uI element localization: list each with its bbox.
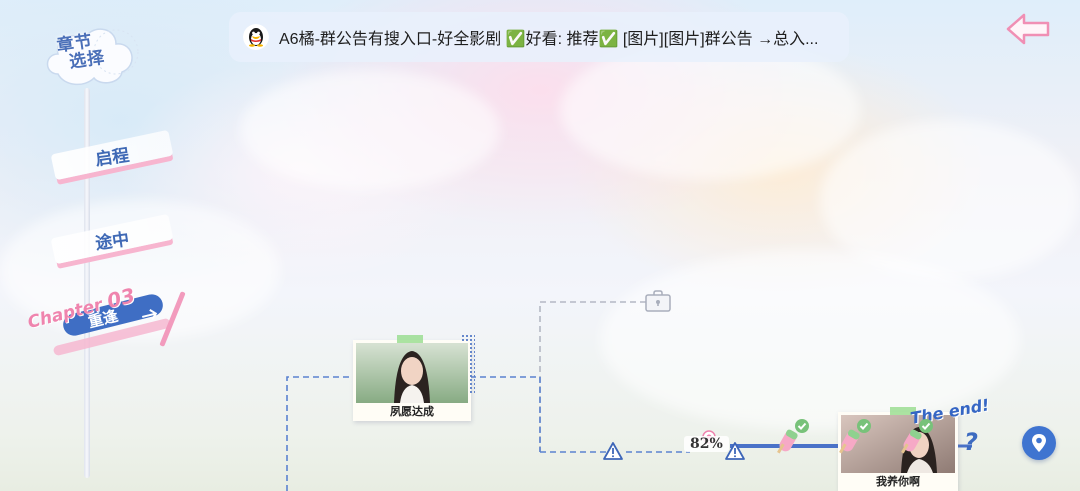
chapter-item-2[interactable]: 途中 — [50, 213, 174, 265]
popsicle-reward-icon[interactable] — [838, 418, 872, 462]
locate-button[interactable] — [1022, 426, 1056, 460]
popsicle-reward-icon[interactable] — [776, 418, 810, 462]
unknown-node-marker[interactable]: ? — [964, 428, 978, 456]
map-pin-icon — [1032, 434, 1046, 452]
tape-decoration — [397, 335, 423, 343]
popsicle-reward-icon[interactable] — [900, 418, 934, 462]
chapter-item-3-selected[interactable]: Chapter 03 重逢 — [22, 283, 186, 357]
chapter-item-1[interactable]: 启程 — [50, 129, 174, 181]
progress-percent: 82% — [684, 436, 729, 452]
back-arrow-icon[interactable] — [1004, 10, 1052, 48]
qq-penguin-icon — [243, 24, 269, 50]
story-node-caption: 我养你啊 — [876, 475, 920, 488]
arrow-right-icon — [141, 309, 158, 321]
warning-node-icon[interactable] — [602, 441, 624, 461]
story-node-photo — [356, 343, 468, 403]
announcement-text: A6橘-群公告有搜入口-好全影剧 ✅好看: 推荐✅ [图片][图片]群公告 →总… — [279, 31, 819, 48]
locked-node-icon[interactable] — [645, 290, 671, 312]
story-node-caption: 夙愿达成 — [390, 405, 434, 418]
portrait-image — [356, 343, 468, 403]
chapter-select-badge: 章节 选择 — [44, 18, 140, 90]
story-node-card-1[interactable]: 夙愿达成 — [353, 334, 475, 421]
chapter-item-1-label: 启程 — [94, 145, 131, 170]
chapter-item-2-label: 途中 — [94, 229, 131, 254]
announcement-banner[interactable]: A6橘-群公告有搜入口-好全影剧 ✅好看: 推荐✅ [图片][图片]群公告 →总… — [229, 12, 849, 62]
